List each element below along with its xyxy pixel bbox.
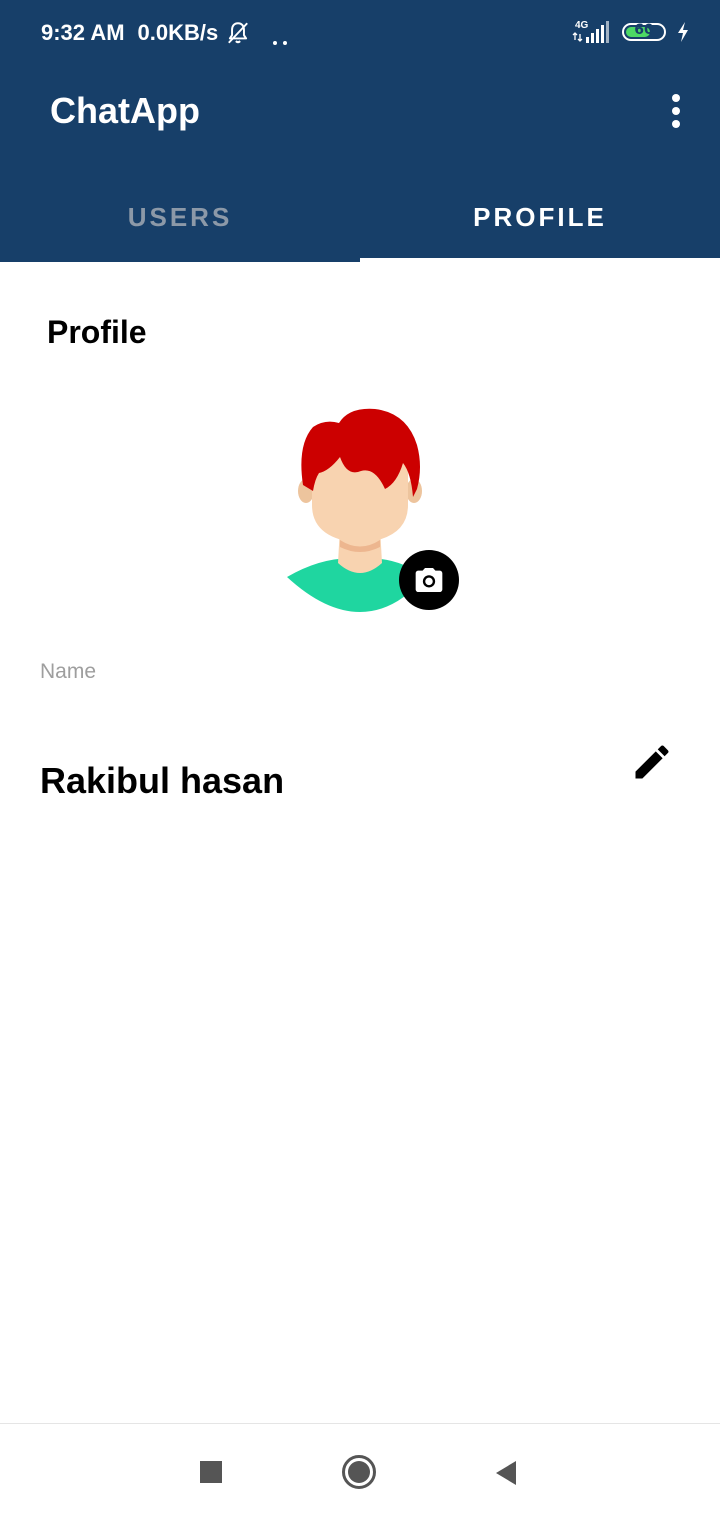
charging-icon: [678, 22, 688, 42]
back-triangle-icon: [496, 1461, 516, 1485]
signal-icon: 4G: [572, 20, 609, 43]
pencil-icon: [635, 745, 669, 779]
name-label: Name: [40, 660, 97, 683]
more-vert-icon[interactable]: [660, 90, 692, 132]
camera-icon: [415, 568, 443, 592]
name-value: Rakibul hasan: [40, 760, 285, 801]
bell-off-icon: [225, 20, 251, 46]
recents-square-icon: [200, 1461, 222, 1483]
more-notifications-dots-icon: [271, 28, 291, 45]
status-right: 4G 60: [572, 18, 690, 46]
home-button[interactable]: [341, 1454, 377, 1490]
network-type: 4G: [575, 20, 589, 31]
tab-users[interactable]: USERS: [0, 176, 360, 262]
system-nav-bar: [0, 1423, 720, 1521]
change-photo-button[interactable]: [399, 550, 459, 610]
recents-button[interactable]: [199, 1460, 223, 1484]
back-button[interactable]: [494, 1459, 518, 1487]
tab-profile[interactable]: PROFILE: [360, 176, 720, 262]
battery-icon: 60: [622, 22, 666, 41]
app-title: ChatApp: [50, 90, 200, 131]
status-bar: 9:32 AM 0.0KB/s 4G 60: [0, 0, 720, 70]
app-bar: 9:32 AM 0.0KB/s 4G 60 ChatApp USERS PROF…: [0, 0, 720, 262]
page-title: Profile: [47, 314, 147, 350]
edit-name-button[interactable]: [630, 740, 674, 784]
status-network-speed: 0.0KB/s: [137, 20, 219, 45]
battery-level: 60: [634, 22, 654, 38]
status-time: 9:32 AM: [41, 20, 125, 45]
tab-indicator: [360, 258, 720, 262]
home-circle-icon: [342, 1455, 376, 1489]
status-left: 9:32 AM 0.0KB/s: [41, 20, 291, 46]
